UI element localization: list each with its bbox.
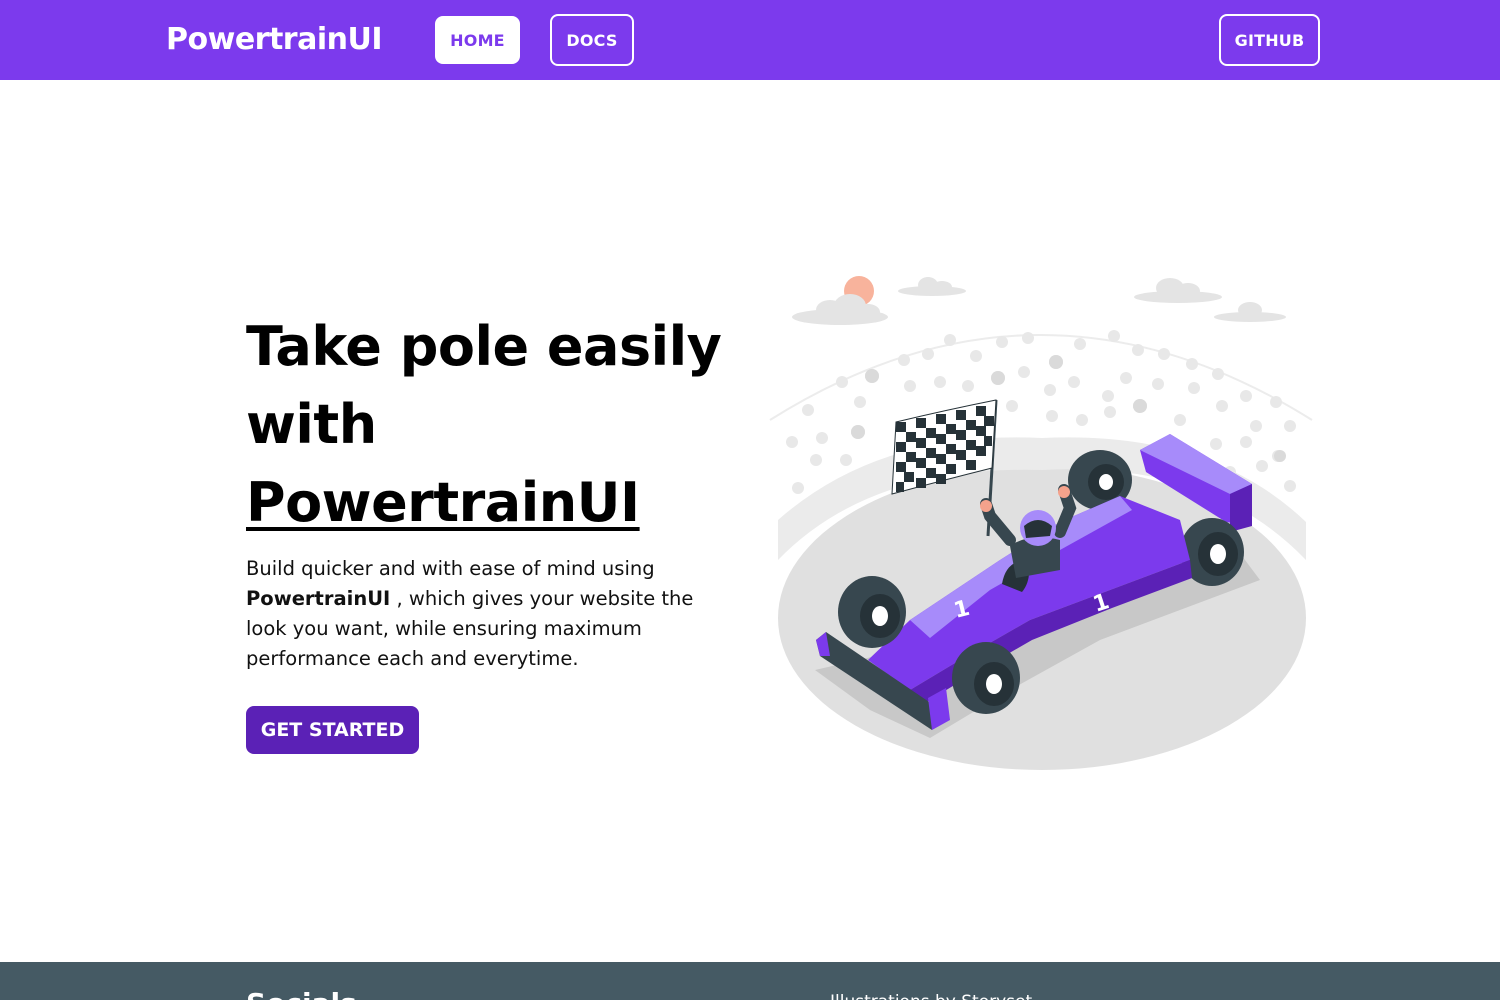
hero-title-line2: with [246,393,377,456]
hero-text-pre: Build quicker and with ease of mind usin… [246,557,655,580]
brand-logo[interactable]: PowertrainUI [166,20,383,60]
hero-title-line1: Take pole easily [246,315,722,378]
footer-socials-heading: Socials [246,986,357,1000]
hero-text-brand: PowertrainUI [246,587,391,610]
hero-title-brand: PowertrainUI [246,471,640,534]
footer-credit-link[interactable]: Illustrations by Storyset [830,990,1032,1000]
hero-title: Take pole easily with PowertrainUI [246,308,726,542]
nav-home-button[interactable]: HOME [435,16,520,64]
get-started-button[interactable]: GET STARTED [246,706,419,754]
hero-description: Build quicker and with ease of mind usin… [246,554,716,674]
race-car-illustration: 1 1 [769,276,1313,770]
page: PowertrainUI HOME DOCS GITHUB Take pole … [0,0,1500,1000]
nav-github-button[interactable]: GITHUB [1219,14,1320,66]
footer: Socials Illustrations by Storyset [0,962,1500,1000]
navbar: PowertrainUI HOME DOCS GITHUB [0,0,1500,80]
nav-docs-button[interactable]: DOCS [550,14,634,66]
